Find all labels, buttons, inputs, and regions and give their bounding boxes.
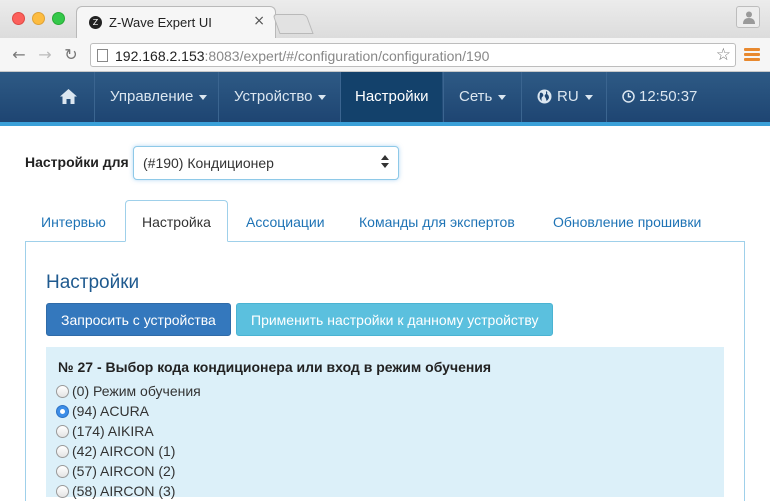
- request-from-device-button[interactable]: Запросить с устройства: [46, 303, 231, 336]
- tab-interview[interactable]: Интервью: [25, 204, 122, 242]
- window-close-button[interactable]: [12, 12, 25, 25]
- radio-option-label: (94) ACURA: [72, 403, 150, 419]
- url-host: 192.168.2.153: [115, 48, 205, 64]
- url-path: :8083/expert/#/configuration/configurati…: [204, 48, 490, 64]
- browser-toolbar: ← → ↻ 192.168.2.153:8083/expert/#/config…: [0, 38, 770, 72]
- clock-time: 12:50:37: [639, 88, 698, 105]
- tab-close-icon[interactable]: ×: [253, 13, 265, 29]
- url-text[interactable]: 192.168.2.153:8083/expert/#/configuratio…: [115, 48, 489, 64]
- browser-tab-title: Z-Wave Expert UI: [109, 15, 212, 30]
- nav-device[interactable]: Устройство: [220, 72, 340, 122]
- radio-button[interactable]: [56, 465, 69, 478]
- radio-button[interactable]: [56, 425, 69, 438]
- nav-device-label: Устройство: [234, 88, 313, 105]
- app-navbar: Управление Устройство Настройки Сеть RU …: [0, 72, 770, 122]
- radio-option-label: (57) AIRCON (2): [72, 463, 176, 479]
- nav-network[interactable]: Сеть: [445, 72, 520, 122]
- home-icon[interactable]: [60, 89, 77, 104]
- nav-management[interactable]: Управление: [96, 72, 221, 122]
- caret-down-icon: [199, 94, 208, 100]
- browser-tab[interactable]: Z Z-Wave Expert UI ×: [76, 6, 276, 38]
- apply-settings-button[interactable]: Применить настройки к данному устройству: [236, 303, 554, 336]
- address-bar[interactable]: 192.168.2.153:8083/expert/#/configuratio…: [90, 43, 736, 67]
- globe-icon: [537, 89, 552, 104]
- radio-button-checked[interactable]: [56, 405, 69, 418]
- user-icon: [743, 11, 755, 24]
- radio-option[interactable]: (0) Режим обучения: [56, 383, 201, 403]
- back-arrow-icon[interactable]: ←: [8, 44, 30, 66]
- caret-down-icon: [318, 94, 327, 100]
- nav-language[interactable]: RU: [523, 72, 607, 122]
- tab-expert-commands[interactable]: Команды для экспертов: [343, 204, 531, 242]
- device-select-value: (#190) Кондиционер: [143, 155, 274, 171]
- section-title: Настройки: [46, 272, 140, 293]
- radio-option[interactable]: (42) AIRCON (1): [56, 443, 175, 463]
- navbar-accent-line: [0, 122, 770, 126]
- select-arrows-icon: [381, 155, 389, 168]
- tab-firmware-update[interactable]: Обновление прошивки: [537, 204, 717, 242]
- radio-button[interactable]: [56, 445, 69, 458]
- zwave-favicon-icon: Z: [89, 16, 102, 29]
- settings-for-label: Настройки для: [25, 154, 129, 170]
- tab-configuration[interactable]: Настройка: [125, 200, 228, 242]
- radio-option-label: (0) Режим обучения: [72, 383, 201, 399]
- reload-icon[interactable]: ↻: [60, 44, 82, 66]
- radio-option[interactable]: (57) AIRCON (2): [56, 463, 175, 483]
- radio-option[interactable]: (58) AIRCON (3): [56, 483, 175, 503]
- nav-settings-label: Настройки: [355, 88, 429, 105]
- parameter-box: № 27 - Выбор кода кондиционера или вход …: [46, 347, 724, 499]
- bookmark-star-icon[interactable]: ☆: [716, 45, 731, 65]
- parameter-title: № 27 - Выбор кода кондиционера или вход …: [58, 359, 492, 375]
- window-zoom-button[interactable]: [52, 12, 65, 25]
- radio-button[interactable]: [56, 385, 69, 398]
- page-icon: [97, 49, 108, 62]
- caret-down-icon: [498, 94, 507, 100]
- nav-settings[interactable]: Настройки: [341, 72, 442, 122]
- profile-button[interactable]: [736, 6, 760, 28]
- radio-option-label: (58) AIRCON (3): [72, 483, 176, 499]
- clock-icon: [622, 90, 635, 103]
- tab-associations[interactable]: Ассоциации: [230, 204, 341, 242]
- radio-option-label: (174) AIKIRA: [72, 423, 154, 439]
- browser-menu-icon[interactable]: [744, 48, 760, 62]
- caret-down-icon: [584, 94, 593, 100]
- forward-arrow-icon[interactable]: →: [34, 44, 56, 66]
- device-select[interactable]: (#190) Кондиционер: [133, 146, 399, 180]
- radio-option-label: (42) AIRCON (1): [72, 443, 176, 459]
- browser-titlebar: Z Z-Wave Expert UI ×: [0, 0, 770, 38]
- radio-option[interactable]: (94) ACURA: [56, 403, 149, 423]
- new-tab-button[interactable]: [272, 14, 314, 34]
- nav-management-label: Управление: [110, 88, 194, 105]
- nav-clock: 12:50:37: [608, 72, 711, 122]
- nav-language-label: RU: [557, 88, 579, 105]
- nav-network-label: Сеть: [459, 88, 493, 105]
- window-minimize-button[interactable]: [32, 12, 45, 25]
- radio-option[interactable]: (174) AIKIRA: [56, 423, 154, 443]
